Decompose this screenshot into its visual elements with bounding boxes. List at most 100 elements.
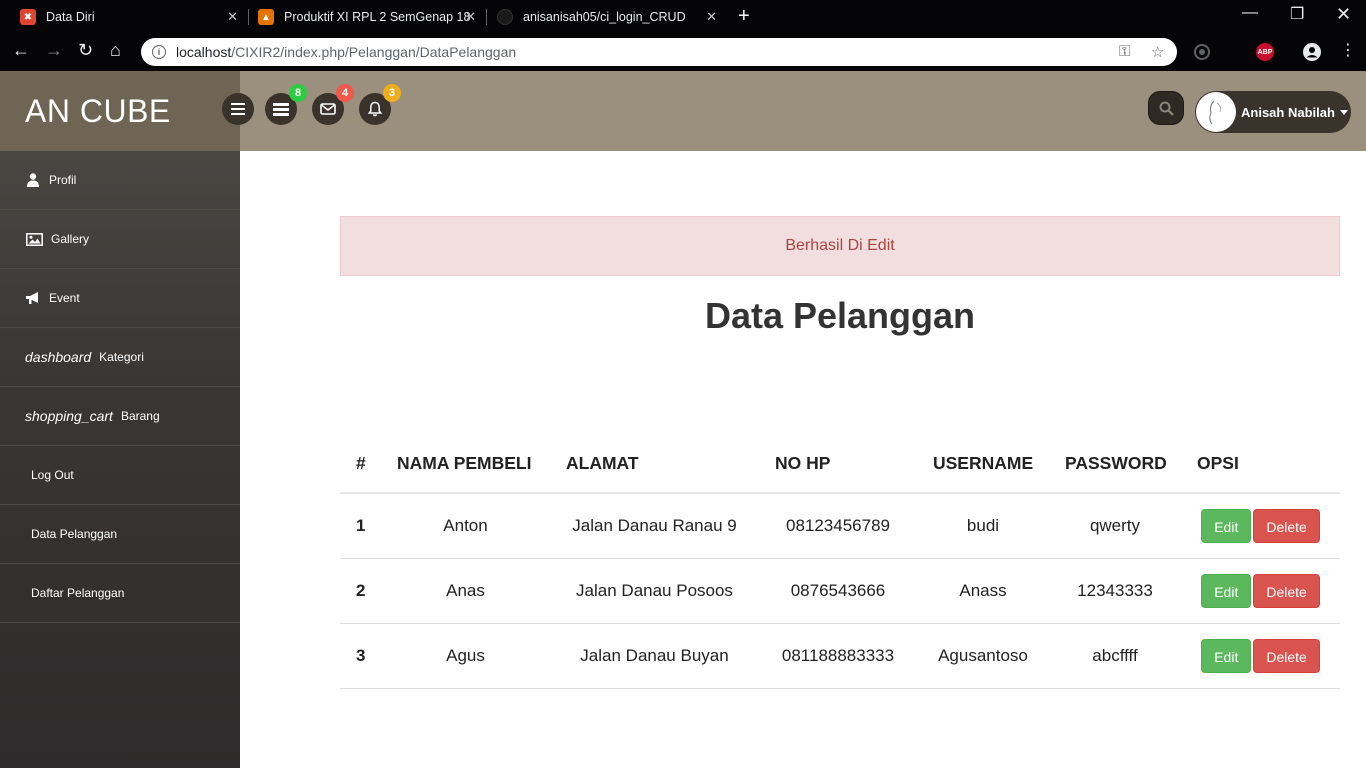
- address-bar[interactable]: i localhost/CIXIR2/index.php/Pelanggan/D…: [141, 38, 1177, 66]
- user-menu[interactable]: Anisah Nabilah: [1195, 91, 1351, 133]
- cell-password: 12343333: [1049, 558, 1181, 624]
- sidebar-item-label: Data Pelanggan: [31, 527, 118, 541]
- sidebar-item-label: Gallery: [51, 232, 90, 246]
- key-icon[interactable]: ⚿: [1119, 43, 1130, 60]
- dashboard-icon: dashboard: [25, 349, 92, 365]
- cell-username: Agusantoso: [917, 623, 1049, 689]
- cell-hp: 081188883333: [759, 623, 917, 689]
- cell-alamat: Jalan Danau Posoos: [550, 558, 759, 624]
- delete-button[interactable]: Delete: [1253, 573, 1320, 608]
- sidebar-toggle-button[interactable]: [222, 93, 254, 125]
- page-title: Data Pelanggan: [704, 295, 976, 336]
- column-header: PASSWORD: [1049, 435, 1181, 494]
- tab-title: anisanisah05/ci_login_CRUD: [523, 10, 686, 24]
- column-header: NAMA PEMBELI: [381, 435, 550, 494]
- column-header: ALAMAT: [550, 435, 759, 494]
- success-alert: Berhasil Di Edit: [340, 216, 1340, 276]
- search-icon: [1159, 101, 1174, 116]
- sidebar-item-kategori[interactable]: dashboard Kategori: [0, 328, 240, 387]
- envelope-icon: [320, 103, 336, 115]
- sidebar-item-logout[interactable]: Log Out: [0, 446, 240, 505]
- sidebar-item-profil[interactable]: Profil: [0, 151, 240, 210]
- cell-username: Anass: [917, 558, 1049, 624]
- adblock-label: ABP: [1256, 43, 1274, 61]
- browser-chrome: ✖ Data Diri ✕ ▲ Produktif XI RPL 2 SemGe…: [0, 0, 1366, 71]
- edit-button[interactable]: Edit: [1201, 573, 1252, 608]
- notifications-button[interactable]: 3: [359, 84, 401, 125]
- messages-button[interactable]: 4: [312, 84, 354, 125]
- messages-badge: 4: [336, 84, 354, 102]
- sidebar-item-label: Profil: [49, 173, 77, 187]
- sidebar-item-event[interactable]: Event: [0, 269, 240, 328]
- new-tab-button[interactable]: +: [738, 5, 750, 28]
- tasks-badge: 8: [289, 84, 307, 102]
- user-name: Anisah Nabilah: [1241, 104, 1335, 120]
- cell-nama: Anas: [381, 558, 550, 624]
- url-text[interactable]: localhost/CIXIR2/index.php/Pelanggan/Dat…: [176, 44, 516, 60]
- column-header: OPSI: [1181, 435, 1340, 494]
- delete-button[interactable]: Delete: [1253, 638, 1320, 673]
- row-number: 2: [340, 558, 381, 624]
- info-icon[interactable]: i: [152, 45, 166, 59]
- minimize-button[interactable]: —: [1242, 4, 1258, 22]
- sidebar-item-label: Daftar Pelanggan: [31, 586, 125, 600]
- sidebar-item-daftar-pelanggan[interactable]: Daftar Pelanggan: [0, 564, 240, 623]
- shopping-cart-icon: shopping_cart: [25, 408, 113, 424]
- tab-title: Data Diri: [46, 10, 95, 24]
- sidebar-item-barang[interactable]: shopping_cart Barang: [0, 387, 240, 446]
- top-navbar: 8 4 3 Anisah Nabilah: [222, 71, 1366, 151]
- close-tab-icon[interactable]: ✕: [706, 9, 717, 25]
- tab-data-diri[interactable]: ✖ Data Diri ✕: [20, 2, 238, 32]
- home-icon[interactable]: ⌂: [110, 40, 121, 61]
- delete-button[interactable]: Delete: [1253, 508, 1320, 543]
- cell-opsi: Edit Delete: [1181, 493, 1340, 559]
- cell-hp: 08123456789: [759, 493, 917, 559]
- main-content: Berhasil Di Edit Data Pelanggan # NAMA P…: [240, 151, 1366, 768]
- cell-nama: Agus: [381, 623, 550, 689]
- adblock-icon[interactable]: ABP: [1256, 43, 1274, 61]
- row-number: 1: [340, 493, 381, 559]
- user-icon: [25, 172, 41, 188]
- sidebar-item-label: Event: [49, 291, 80, 305]
- sidebar-item-label: Barang: [120, 409, 160, 423]
- tab-divider: [248, 9, 249, 25]
- tab-github[interactable]: anisanisah05/ci_login_CRUD ✕: [497, 2, 717, 32]
- close-tab-icon[interactable]: ✕: [465, 9, 476, 25]
- column-header: USERNAME: [917, 435, 1049, 494]
- brand-logo[interactable]: AN CUBE: [25, 93, 171, 130]
- tab-produktif[interactable]: ▲ Produktif XI RPL 2 SemGenap 18 ✕: [258, 2, 476, 32]
- bookmark-star-icon[interactable]: ☆: [1151, 43, 1164, 61]
- hamburger-icon: [231, 103, 245, 115]
- close-window-button[interactable]: ✕: [1336, 4, 1351, 25]
- cell-nama: Anton: [381, 493, 550, 559]
- profile-icon[interactable]: [1303, 43, 1321, 66]
- sidebar-item-gallery[interactable]: Gallery: [0, 210, 240, 269]
- forward-icon[interactable]: →: [45, 40, 63, 61]
- tasks-icon: [273, 102, 289, 116]
- cell-opsi: Edit Delete: [1181, 558, 1340, 624]
- menu-dots-icon[interactable]: ⋮: [1340, 40, 1356, 60]
- back-icon[interactable]: ←: [12, 40, 30, 61]
- sidebar-item-label: Kategori: [99, 350, 144, 364]
- reload-icon[interactable]: ↻: [78, 40, 93, 61]
- customer-table: # NAMA PEMBELI ALAMAT NO HP USERNAME PAS…: [340, 435, 1340, 689]
- bullhorn-icon: [25, 290, 41, 306]
- caret-down-icon: [1339, 109, 1348, 115]
- github-icon: [497, 9, 513, 25]
- xampp-icon: ✖: [20, 9, 36, 25]
- edit-button[interactable]: Edit: [1201, 508, 1252, 543]
- edit-button[interactable]: Edit: [1201, 638, 1252, 673]
- tasks-button[interactable]: 8: [265, 84, 307, 125]
- close-tab-icon[interactable]: ✕: [227, 9, 238, 25]
- table-row: 3 Agus Jalan Danau Buyan 081188883333 Ag…: [340, 623, 1340, 689]
- row-number: 3: [340, 623, 381, 689]
- extension-icon[interactable]: [1193, 43, 1211, 66]
- search-button[interactable]: [1148, 91, 1184, 125]
- brand-bar: AN CUBE: [0, 71, 240, 151]
- classroom-icon: ▲: [258, 9, 274, 25]
- table-row: 2 Anas Jalan Danau Posoos 0876543666 Ana…: [340, 558, 1340, 624]
- cell-alamat: Jalan Danau Ranau 9: [550, 493, 759, 559]
- tab-title: Produktif XI RPL 2 SemGenap 18: [284, 10, 471, 24]
- restore-button[interactable]: ❐: [1290, 4, 1304, 24]
- sidebar-item-data-pelanggan[interactable]: Data Pelanggan: [0, 505, 240, 564]
